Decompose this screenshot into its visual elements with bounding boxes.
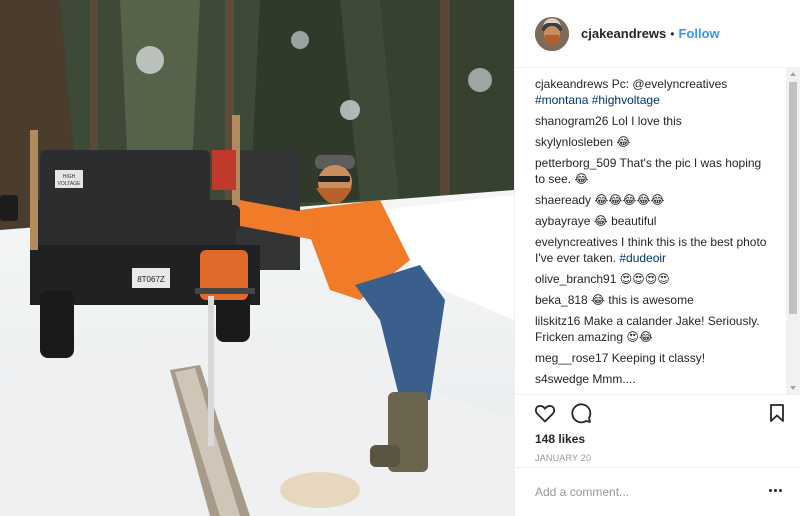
photo-illustration: 8T067Z HIGH VOLTAGE	[0, 0, 514, 516]
comment-username[interactable]: s4swedge	[535, 372, 589, 386]
comment-hashtag[interactable]: #dudeoir	[619, 251, 666, 265]
post-date: JANUARY 20	[535, 453, 592, 463]
comment-text: 😂	[613, 135, 631, 149]
post-photo[interactable]: 8T067Z HIGH VOLTAGE	[0, 0, 514, 516]
comment-row: beka_818 😂 this is awesome	[535, 292, 771, 308]
caption-username[interactable]: cjakeandrews	[535, 77, 608, 91]
heart-icon[interactable]	[533, 401, 557, 425]
comment-text: 😂 beautiful	[590, 214, 657, 228]
comment-icon[interactable]	[569, 401, 593, 425]
comment-row: olive_branch91 😍😍😍😍	[535, 271, 771, 287]
comment-username[interactable]: olive_branch91	[535, 272, 616, 286]
header-separator: •	[670, 26, 675, 41]
post-actions: 148 likes JANUARY 20	[515, 394, 800, 516]
caption: cjakeandrews Pc: @evelyncreatives #monta…	[535, 76, 771, 108]
comment-row: meg__rose17 Keeping it classy!	[535, 350, 771, 366]
comment-row: lilskitz16 Make a calander Jake! Serious…	[535, 313, 771, 345]
add-comment-bar	[515, 467, 800, 516]
action-icons	[533, 401, 789, 425]
post-header: cjakeandrews • Follow	[515, 0, 800, 68]
comment-username[interactable]: shanogram26	[535, 114, 608, 128]
comment-text: Keeping it classy!	[608, 351, 706, 365]
comment-row: s4swedge Mmm....	[535, 371, 771, 387]
likes-count[interactable]: 148 likes	[535, 432, 585, 446]
comment-username[interactable]: aybayraye	[535, 214, 590, 228]
comment-row: petterborg_509 That's the pic I was hopi…	[535, 155, 771, 187]
caption-hashtags[interactable]: #montana #highvoltage	[535, 93, 660, 107]
comment-username[interactable]: beka_818	[535, 293, 588, 307]
license-plate: 8T067Z	[137, 275, 165, 284]
comment-username[interactable]: evelyncreatives	[535, 235, 618, 249]
scrollbar-thumb[interactable]	[789, 82, 797, 314]
comment-row: skylynlosleben 😂	[535, 134, 771, 150]
add-comment-input[interactable]	[535, 485, 745, 499]
comment-text: 😂 this is awesome	[587, 293, 694, 307]
comment-row: shaeready 😂😂😂😂😂	[535, 192, 771, 208]
caption-text: Pc: @evelyncreatives	[608, 77, 728, 91]
comment-row: evelyncreatives I think this is the best…	[535, 234, 771, 266]
scroll-up-arrow-icon[interactable]	[790, 72, 796, 76]
truck-sticker-2: VOLTAGE	[58, 181, 82, 187]
post-sidebar: cjakeandrews • Follow cjakeandrews Pc: @…	[514, 0, 800, 516]
comment-text: Mmm....	[589, 372, 636, 386]
follow-button[interactable]: Follow	[678, 26, 719, 41]
comment-text: 😍😍😍😍	[616, 272, 670, 286]
more-options-icon[interactable]	[769, 489, 782, 493]
comment-username[interactable]: petterborg_509	[535, 156, 616, 170]
comment-text: Lol I love this	[608, 114, 682, 128]
instagram-post: 8T067Z HIGH VOLTAGE cjakeandrews • Follo…	[0, 0, 800, 516]
bookmark-icon[interactable]	[765, 401, 789, 425]
comment-username[interactable]: skylynlosleben	[535, 135, 613, 149]
truck-sticker-1: HIGH	[63, 174, 76, 180]
avatar[interactable]	[535, 16, 569, 51]
comment-row: aybayraye 😂 beautiful	[535, 213, 771, 229]
header-username[interactable]: cjakeandrews	[581, 26, 666, 41]
comment-text: 😂😂😂😂😂	[591, 193, 665, 207]
comment-username[interactable]: lilskitz16	[535, 314, 580, 328]
comments-list[interactable]: cjakeandrews Pc: @evelyncreatives #monta…	[515, 76, 789, 394]
comment-username[interactable]: shaeready	[535, 193, 591, 207]
comment-row: shanogram26 Lol I love this	[535, 113, 771, 129]
comments-scrollbar[interactable]	[786, 68, 800, 394]
scroll-down-arrow-icon[interactable]	[790, 386, 796, 390]
comment-username[interactable]: meg__rose17	[535, 351, 608, 365]
